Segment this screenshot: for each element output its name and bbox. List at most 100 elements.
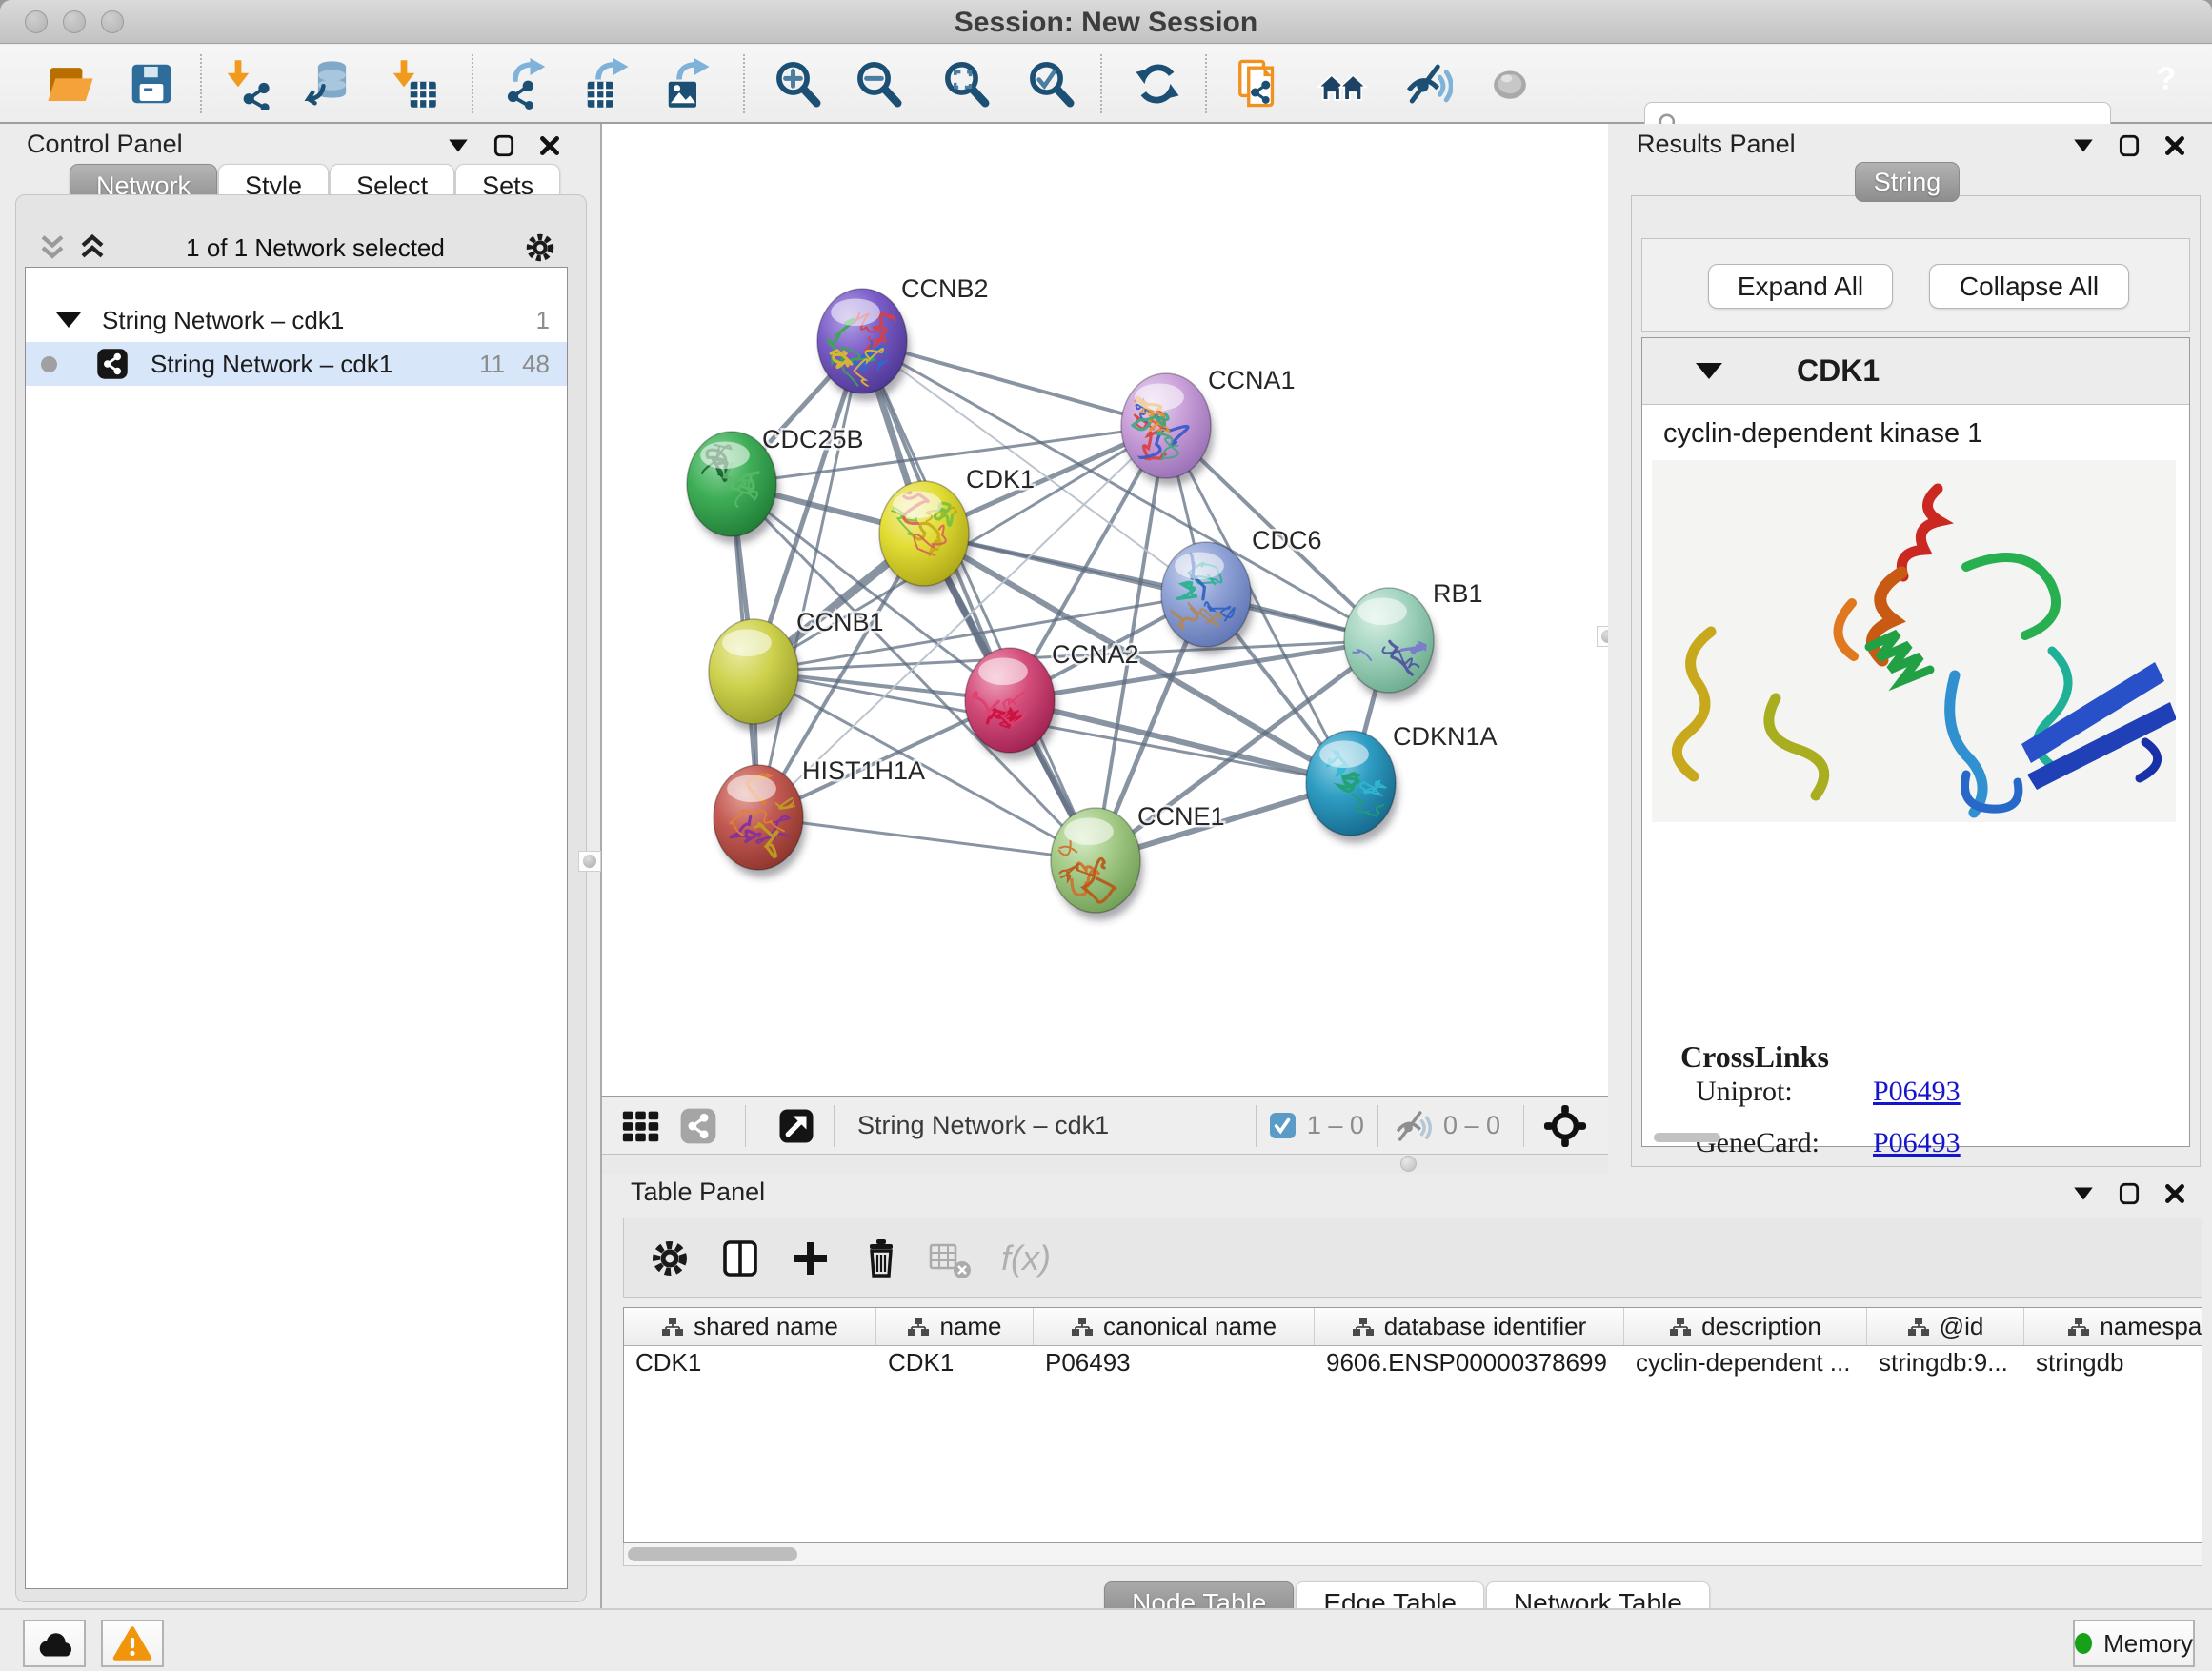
table-body: CDK1CDK1P064939606.ENSP00000378699cyclin… (624, 1346, 2202, 1379)
network-tree-row[interactable]: String Network – cdk11 (26, 298, 567, 342)
node-label-RB1: RB1 (1433, 579, 1483, 608)
float-panel-icon[interactable] (492, 133, 516, 158)
open-session-button[interactable] (44, 57, 97, 111)
column-header-namespace[interactable]: namespace (2024, 1308, 2202, 1345)
table-cell[interactable]: CDK1 (624, 1346, 876, 1379)
float-panel-icon[interactable] (2117, 133, 2142, 158)
float-panel-icon[interactable] (2117, 1181, 2142, 1206)
expand-all-icon[interactable] (76, 233, 109, 262)
close-panel-icon[interactable] (537, 133, 562, 158)
detach-view-icon[interactable] (776, 1106, 816, 1146)
network-name: String Network – cdk1 (102, 306, 536, 335)
import-database-button[interactable] (301, 57, 354, 111)
network-view[interactable]: CCNB2CCNA1CDC25BCDK1CDC6RB1CCNB1CCNA2CDK… (602, 124, 1608, 1097)
houses-button[interactable] (1316, 57, 1369, 111)
zoom-out-button[interactable] (852, 57, 905, 111)
results-scrollbar-thumb[interactable] (1654, 1133, 1720, 1142)
open-folder-icon (45, 58, 96, 110)
cloud-button[interactable] (23, 1620, 86, 1667)
column-header-description[interactable]: description (1624, 1308, 1867, 1345)
document-share-button[interactable] (1233, 57, 1286, 111)
help-button[interactable]: ? (2140, 51, 2193, 105)
column-header-name[interactable]: name (876, 1308, 1034, 1345)
zoom-fit-button[interactable] (939, 57, 993, 111)
edge-CCNA2-CDKN1A[interactable] (1010, 700, 1351, 783)
import-database-icon (302, 58, 353, 110)
expander-caret-icon[interactable] (56, 312, 81, 328)
table-cell[interactable]: cyclin-dependent ... (1624, 1346, 1867, 1379)
string-network-icon (95, 347, 130, 381)
network-overview-icon[interactable] (678, 1106, 718, 1146)
gene-entry-header[interactable]: CDK1 (1642, 338, 2189, 405)
svg-text:?: ? (2157, 60, 2177, 96)
refresh-button[interactable] (1131, 57, 1184, 111)
panel-menu-icon[interactable] (446, 133, 471, 158)
import-table-button[interactable] (386, 57, 439, 111)
table-cell[interactable]: stringdb:9... (1867, 1346, 2024, 1379)
crosslinks-heading: CrossLinks (1680, 1039, 1829, 1075)
column-header-databaseidentifier[interactable]: database identifier (1315, 1308, 1624, 1345)
network-graph[interactable]: CCNB2CCNA1CDC25BCDK1CDC6RB1CCNB1CCNA2CDK… (602, 124, 1608, 1097)
network-count: 48 (522, 350, 550, 379)
export-table-button[interactable] (580, 57, 633, 111)
tab-string[interactable]: String (1855, 162, 1960, 202)
close-panel-icon[interactable] (2162, 133, 2187, 158)
table-cell[interactable]: P06493 (1034, 1346, 1315, 1379)
column-type-icon (1907, 1317, 1930, 1338)
column-header-canonicalname[interactable]: canonical name (1034, 1308, 1315, 1345)
selected-nodes-checkbox[interactable] (1270, 1113, 1296, 1138)
table-cell[interactable]: CDK1 (876, 1346, 1034, 1379)
table-cell[interactable]: 9606.ENSP00000378699 (1315, 1346, 1624, 1379)
table-hscrollbar-thumb[interactable] (628, 1547, 797, 1561)
memory-button[interactable]: Memory (2073, 1620, 2195, 1667)
column-type-icon (1352, 1317, 1375, 1338)
collapse-all-icon[interactable] (36, 233, 69, 262)
export-network-button[interactable] (499, 57, 553, 111)
crosslink-link[interactable]: P06493 (1873, 1076, 1961, 1107)
left-splitter-handle[interactable] (578, 851, 601, 872)
protein-structure-image (1652, 460, 2176, 822)
zoom-selected-button[interactable] (1024, 57, 1077, 111)
expand-all-button[interactable]: Expand All (1708, 264, 1893, 309)
zoom-out-icon (853, 58, 904, 110)
zoom-in-button[interactable] (771, 57, 824, 111)
table-cell[interactable]: stringdb (2024, 1346, 2202, 1379)
hidden-count: 0 – 0 (1443, 1111, 1500, 1140)
collapse-caret-icon[interactable] (1696, 363, 1722, 379)
close-panel-icon[interactable] (2162, 1181, 2187, 1206)
table-header-row: shared namenamecanonical namedatabase id… (624, 1308, 2202, 1346)
edge-CCNE1-HIST1H1A[interactable] (758, 817, 1096, 860)
column-header-id[interactable]: @id (1867, 1308, 2024, 1345)
hidden-eye-slash-icon (1392, 1106, 1432, 1146)
table-hscrollbar[interactable] (623, 1543, 2202, 1566)
memory-label: Memory (2103, 1629, 2193, 1659)
column-header-sharedname[interactable]: shared name (624, 1308, 876, 1345)
locate-crosshair-icon[interactable] (1543, 1104, 1587, 1148)
table-settings-gear-icon[interactable] (647, 1236, 693, 1281)
network-tree-row[interactable]: String Network – cdk11148 (26, 342, 567, 386)
delete-column-trash-icon[interactable] (858, 1236, 904, 1281)
gear-icon[interactable] (522, 230, 558, 266)
add-column-icon[interactable] (788, 1236, 834, 1281)
warnings-button[interactable] (101, 1620, 164, 1667)
table-panel-title: Table Panel (631, 1178, 765, 1207)
hide-selected-button[interactable] (1400, 57, 1454, 111)
panel-menu-icon[interactable] (2071, 133, 2096, 158)
import-network-button[interactable] (220, 57, 273, 111)
crosslink-link[interactable]: P06493 (1873, 1127, 1961, 1158)
title-bar: Session: New Session (0, 0, 2212, 44)
panel-menu-icon[interactable] (2071, 1181, 2096, 1206)
eye-icon (1484, 58, 1536, 110)
splitter-handle[interactable] (1400, 1156, 1417, 1172)
table-row[interactable]: CDK1CDK1P064939606.ENSP00000378699cyclin… (624, 1346, 2202, 1379)
toolbar-separator (1205, 54, 1207, 113)
show-all-button[interactable] (1483, 57, 1537, 111)
birdseye-grid-icon[interactable] (619, 1104, 663, 1148)
export-table-icon (581, 58, 633, 110)
save-session-button[interactable] (125, 57, 178, 111)
export-image-button[interactable] (661, 57, 714, 111)
show-columns-icon[interactable] (717, 1236, 763, 1281)
collapse-all-button[interactable]: Collapse All (1929, 264, 2129, 309)
edge-CCNB2-HIST1H1A[interactable] (758, 341, 862, 817)
string-results-container: Expand All Collapse All CDK1 cyclin-depe… (1631, 195, 2201, 1167)
